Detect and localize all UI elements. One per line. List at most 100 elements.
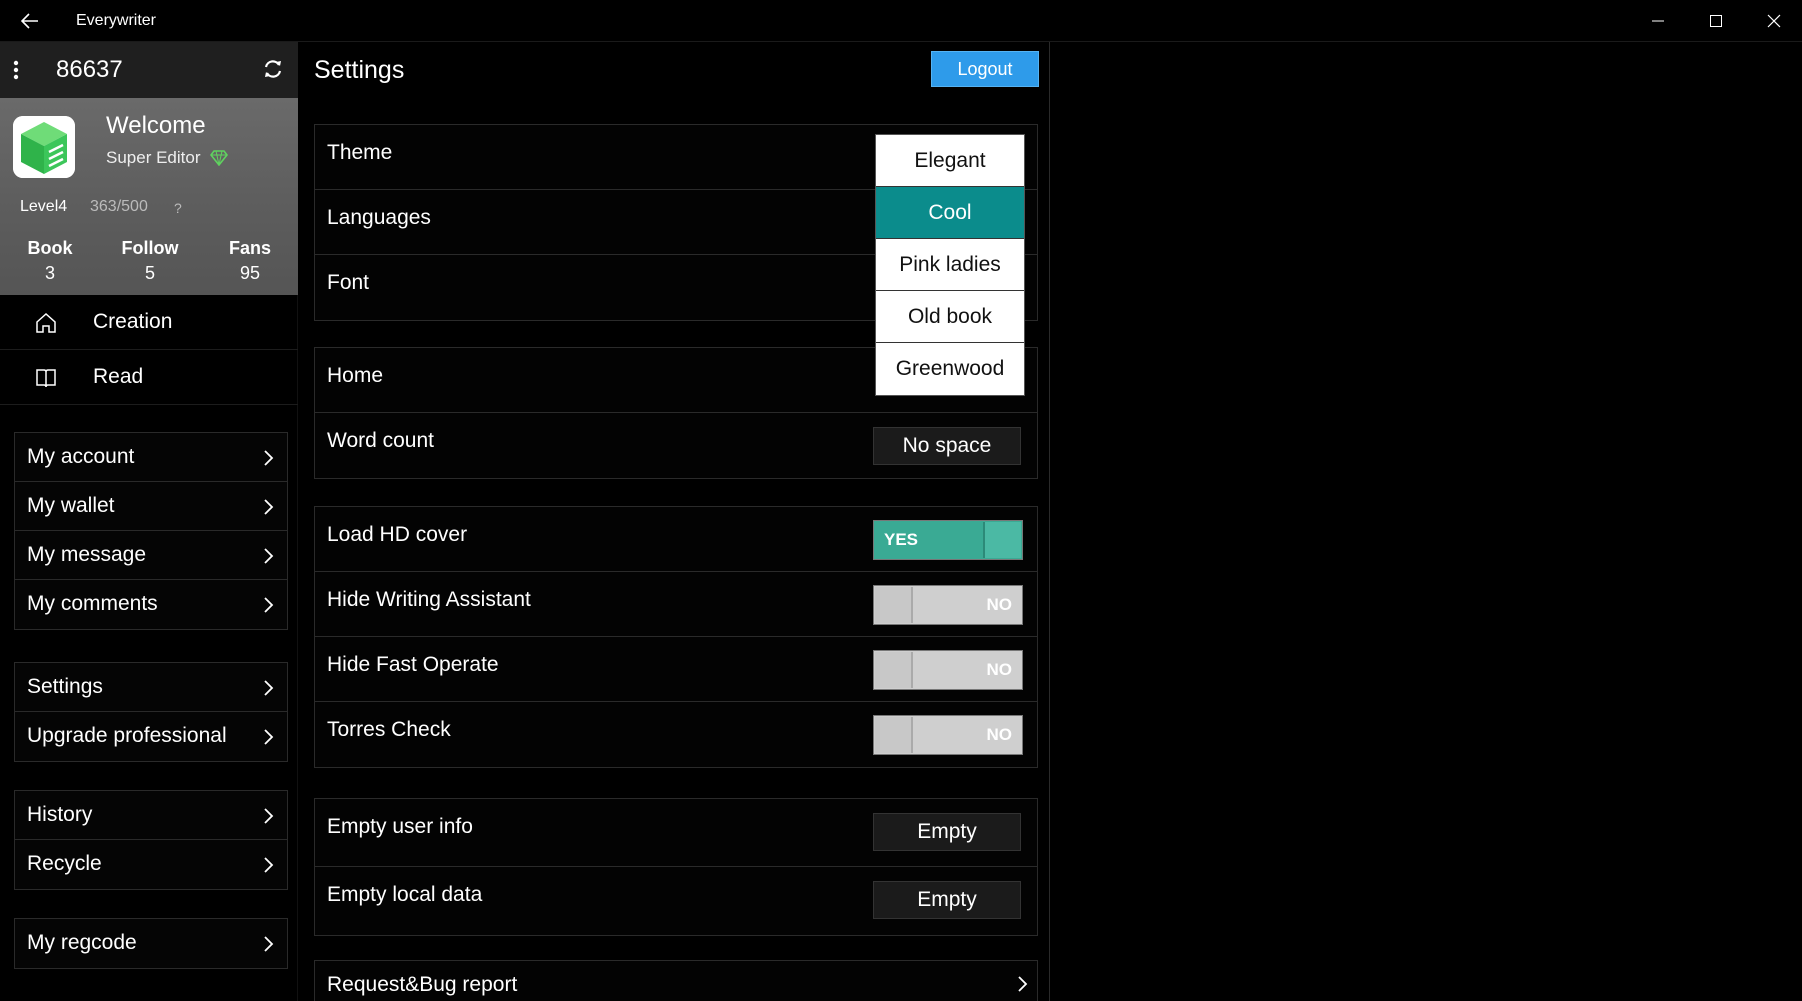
history-menu-group: History Recycle xyxy=(14,790,288,890)
theme-dropdown: Elegant Cool Pink ladies Old book Greenw… xyxy=(875,134,1025,396)
nav-read[interactable]: Read xyxy=(0,350,298,405)
hide-writing-assistant-toggle[interactable]: NO xyxy=(873,585,1023,625)
chevron-right-icon xyxy=(261,547,275,565)
nav-label: Creation xyxy=(93,310,173,333)
nav-creation[interactable]: Creation xyxy=(0,295,298,350)
theme-option-pink-ladies[interactable]: Pink ladies xyxy=(876,239,1024,291)
menu-label: Upgrade professional xyxy=(27,724,227,747)
chevron-right-icon xyxy=(261,807,275,825)
setting-load-hd-cover: Load HD cover YES xyxy=(315,507,1037,572)
hide-fast-operate-toggle[interactable]: NO xyxy=(873,650,1023,690)
setting-label: Empty local data xyxy=(327,883,483,906)
sidebar-header: 86637 xyxy=(0,42,298,98)
menu-settings[interactable]: Settings xyxy=(15,663,287,712)
stat-label: Book xyxy=(27,238,73,258)
setting-label: Home xyxy=(327,364,384,387)
menu-upgrade-professional[interactable]: Upgrade professional xyxy=(15,712,287,761)
chevron-right-icon xyxy=(261,596,275,614)
sidebar: 86637 Welcome Super Editor Level4 363/50… xyxy=(0,42,298,1001)
more-options-icon[interactable] xyxy=(10,58,22,82)
menu-my-comments[interactable]: My comments xyxy=(15,580,287,629)
menu-my-message[interactable]: My message xyxy=(15,531,287,580)
setting-label: Hide Fast Operate xyxy=(327,653,499,676)
report-group: Request&Bug report xyxy=(314,960,1038,1001)
maximize-icon[interactable] xyxy=(1688,0,1744,42)
chevron-right-icon xyxy=(261,728,275,746)
regcode-menu-group: My regcode xyxy=(14,918,288,969)
user-id: 86637 xyxy=(56,56,123,83)
toggle-state: YES xyxy=(884,530,919,549)
setting-label: Languages xyxy=(327,206,431,229)
toggle-state: NO xyxy=(986,725,1013,744)
help-icon[interactable]: ? xyxy=(174,200,182,216)
setting-label: Load HD cover xyxy=(327,523,468,546)
chevron-right-icon xyxy=(261,449,275,467)
setting-empty-user-info: Empty user info Empty xyxy=(315,799,1037,867)
menu-history[interactable]: History xyxy=(15,791,287,840)
setting-hide-fast-operate: Hide Fast Operate NO xyxy=(315,637,1037,702)
word-count-select[interactable]: No space xyxy=(873,427,1021,465)
toggle-knob xyxy=(983,522,1021,558)
load-hd-cover-toggle[interactable]: YES xyxy=(873,520,1023,560)
menu-label: My regcode xyxy=(27,931,137,954)
chevron-right-icon xyxy=(261,498,275,516)
setting-label: Empty user info xyxy=(327,815,473,838)
toggle-state: NO xyxy=(986,660,1013,679)
setting-empty-local-data: Empty local data Empty xyxy=(315,867,1037,935)
stat-value: 5 xyxy=(144,263,155,283)
app-title: Everywriter xyxy=(76,12,157,29)
experience-points: 363/500 xyxy=(90,198,148,215)
stat-value: 95 xyxy=(239,263,261,283)
menu-my-wallet[interactable]: My wallet xyxy=(15,482,287,531)
toggle-knob xyxy=(875,587,913,623)
setting-label: Torres Check xyxy=(327,718,451,741)
minimize-icon[interactable] xyxy=(1630,0,1686,42)
user-role: Super Editor xyxy=(106,148,201,167)
stat-value: 3 xyxy=(44,263,55,283)
stat-label: Follow xyxy=(121,238,179,258)
profile-card: Welcome Super Editor Level4 363/500 ? Bo… xyxy=(0,98,298,295)
toggle-state: NO xyxy=(986,595,1013,614)
setting-request-bug-report[interactable]: Request&Bug report xyxy=(315,961,1037,1001)
diamond-icon xyxy=(209,150,229,167)
nav-label: Read xyxy=(93,365,144,388)
menu-my-account[interactable]: My account xyxy=(15,433,287,482)
menu-my-regcode[interactable]: My regcode xyxy=(15,919,287,968)
account-menu-group: My account My wallet My message My comme… xyxy=(14,432,288,630)
title-bar: Everywriter xyxy=(0,0,1802,42)
setting-hide-writing-assistant: Hide Writing Assistant NO xyxy=(315,572,1037,637)
theme-option-cool[interactable]: Cool xyxy=(876,187,1024,239)
refresh-icon[interactable] xyxy=(262,58,286,82)
user-level: Level4 xyxy=(20,198,68,215)
chevron-right-icon xyxy=(261,935,275,953)
torres-check-toggle[interactable]: NO xyxy=(873,715,1023,755)
menu-recycle[interactable]: Recycle xyxy=(15,840,287,889)
empty-local-data-button[interactable]: Empty xyxy=(873,881,1021,919)
menu-label: My message xyxy=(27,543,147,566)
logout-button[interactable]: Logout xyxy=(931,51,1039,87)
theme-option-greenwood[interactable]: Greenwood xyxy=(876,343,1024,395)
setting-label: Theme xyxy=(327,141,393,164)
menu-label: My account xyxy=(27,445,135,468)
setting-label: Hide Writing Assistant xyxy=(327,588,531,611)
menu-label: Recycle xyxy=(27,852,102,875)
setting-label: Word count xyxy=(327,429,434,452)
empty-user-info-button[interactable]: Empty xyxy=(873,813,1021,851)
close-icon[interactable] xyxy=(1746,0,1802,42)
data-settings-group: Empty user info Empty Empty local data E… xyxy=(314,798,1038,936)
setting-word-count: Word count No space xyxy=(315,413,1037,478)
stat-book[interactable]: Book 3 xyxy=(10,238,90,284)
theme-option-elegant[interactable]: Elegant xyxy=(876,135,1024,187)
toggle-knob xyxy=(875,652,913,688)
stat-fans[interactable]: Fans 95 xyxy=(210,238,290,284)
menu-label: My comments xyxy=(27,592,158,615)
chevron-right-icon xyxy=(261,679,275,697)
page-title: Settings xyxy=(314,56,405,84)
chevron-right-icon xyxy=(1015,975,1029,998)
menu-label: History xyxy=(27,803,93,826)
stat-follow[interactable]: Follow 5 xyxy=(110,238,190,284)
theme-option-old-book[interactable]: Old book xyxy=(876,291,1024,343)
home-icon xyxy=(34,311,58,335)
back-arrow-icon[interactable] xyxy=(16,8,44,34)
setting-torres-check: Torres Check NO xyxy=(315,702,1037,767)
